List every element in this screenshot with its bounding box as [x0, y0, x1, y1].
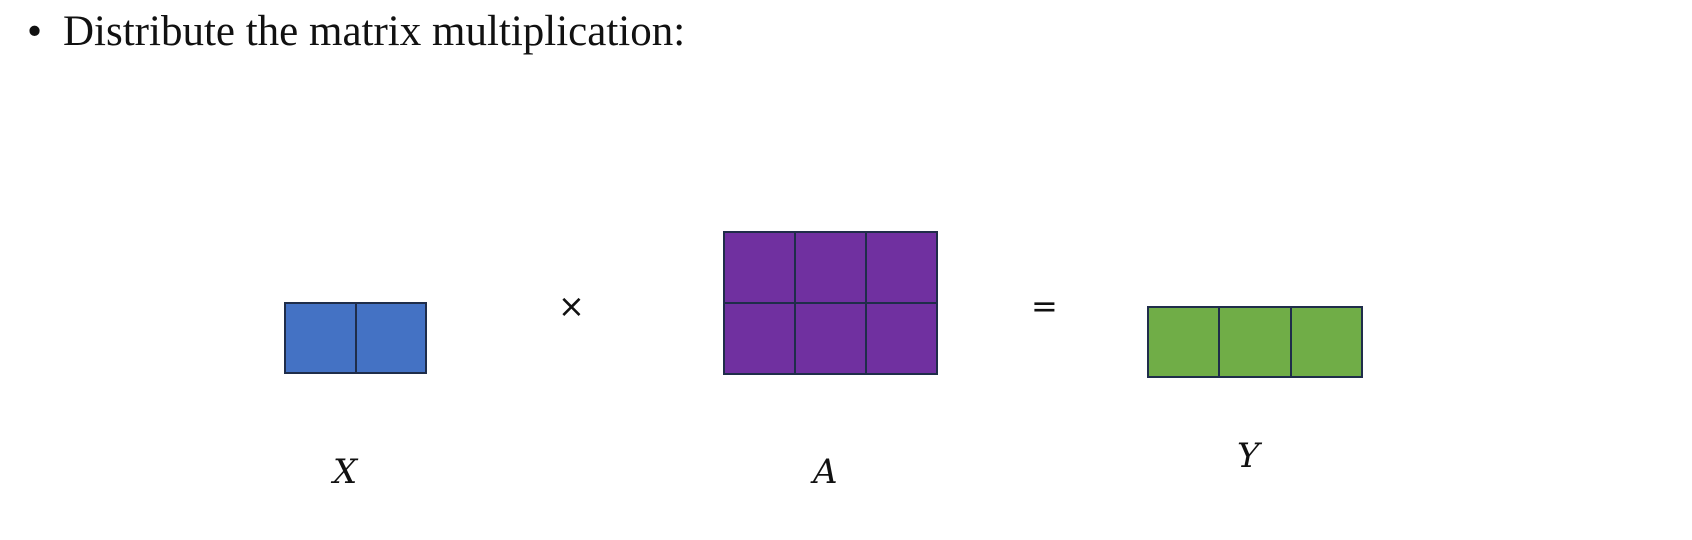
matrix-a-label: A [813, 452, 838, 492]
matrix-a-cell [724, 232, 795, 303]
matrix-a-cell [724, 303, 795, 374]
matrix-a-cell [795, 303, 866, 374]
multiply-operator: × [558, 287, 585, 325]
matrix-y-label: Y [1237, 436, 1260, 476]
matrix-a-cell [866, 303, 937, 374]
matrix-y [1147, 306, 1363, 378]
equals-operator: = [1031, 287, 1058, 325]
matrix-y-cell [1290, 307, 1362, 377]
matrix-y-cell [1219, 307, 1291, 377]
matrix-x-cell [355, 303, 426, 373]
matrix-a-cell [795, 232, 866, 303]
matrix-x-cell [285, 303, 356, 373]
bullet-text: Distribute the matrix multiplication: [63, 8, 686, 55]
matrix-x [284, 302, 427, 374]
matrix-a [723, 231, 938, 375]
bullet-item: • Distribute the matrix multiplication: [27, 4, 685, 60]
matrix-a-cell [866, 232, 937, 303]
matrix-y-cell [1148, 307, 1220, 377]
bullet-marker: • [27, 8, 43, 55]
matrix-x-label: X [333, 452, 358, 492]
